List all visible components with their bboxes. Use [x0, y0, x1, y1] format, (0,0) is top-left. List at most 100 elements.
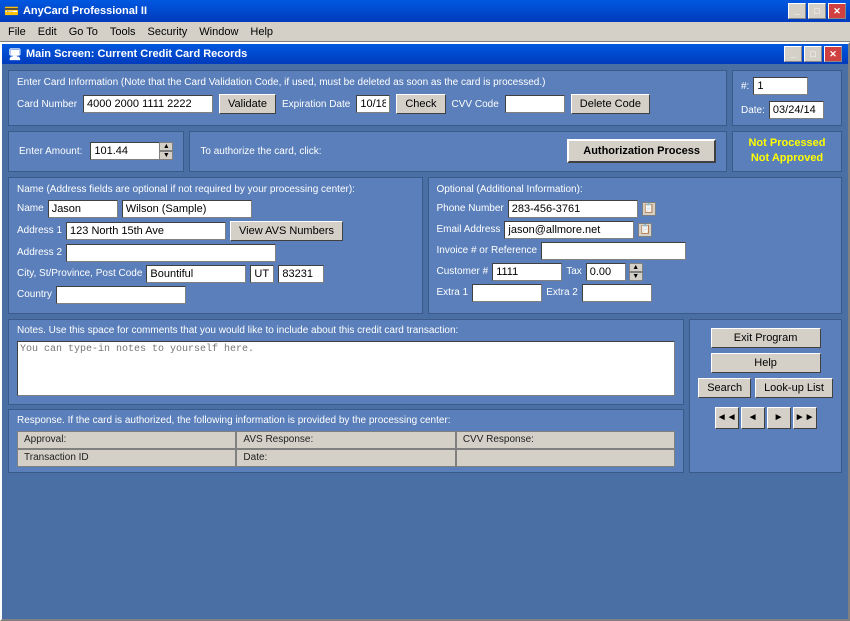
delete-code-button[interactable]: Delete Code: [571, 94, 650, 114]
zip-input[interactable]: [278, 265, 324, 283]
menu-tools[interactable]: Tools: [104, 24, 142, 40]
address-panel: Name (Address fields are optional if not…: [8, 177, 423, 314]
exit-button[interactable]: Exit Program: [711, 328, 821, 348]
transaction-cell: Transaction ID: [17, 449, 236, 467]
city-input[interactable]: [146, 265, 246, 283]
main-window-title: Main Screen: Current Credit Card Records: [26, 48, 247, 60]
search-button[interactable]: Search: [698, 378, 751, 398]
main-window-icon: 🖥: [8, 48, 22, 61]
address2-input[interactable]: [66, 244, 276, 262]
main-window: 🖥 Main Screen: Current Credit Card Recor…: [0, 42, 850, 621]
spin-down[interactable]: ▼: [159, 151, 173, 160]
address1-row: Address 1 View AVS Numbers: [17, 221, 414, 241]
last-name-input[interactable]: [122, 200, 252, 218]
country-row: Country: [17, 286, 414, 304]
authorization-button[interactable]: Authorization Process: [567, 139, 716, 163]
address-panel-label: Name (Address fields are optional if not…: [17, 184, 414, 195]
address2-row: Address 2: [17, 244, 414, 262]
address-section: Name (Address fields are optional if not…: [8, 177, 842, 314]
phone-input[interactable]: [508, 200, 638, 218]
amount-input-wrap: ▲ ▼: [90, 142, 173, 160]
num-label: #:: [741, 81, 749, 92]
email-copy-icon[interactable]: 📋: [638, 223, 652, 237]
address1-input[interactable]: [66, 222, 226, 240]
menu-edit[interactable]: Edit: [32, 24, 63, 40]
tax-label: Tax: [566, 266, 582, 277]
customer-row: Customer # Tax ▲ ▼: [437, 263, 834, 281]
help-button[interactable]: Help: [711, 353, 821, 373]
notes-textarea[interactable]: [17, 341, 675, 396]
spin-up[interactable]: ▲: [159, 142, 173, 151]
tax-input[interactable]: [586, 263, 626, 281]
optional-label: Optional (Additional Information):: [437, 184, 834, 195]
cvv-input[interactable]: [505, 95, 565, 113]
menu-goto[interactable]: Go To: [63, 24, 104, 40]
expiration-label: Expiration Date: [282, 99, 350, 110]
nav-prev-button[interactable]: ◄: [741, 407, 765, 429]
menu-security[interactable]: Security: [142, 24, 194, 40]
approval-cell: Approval:: [17, 431, 236, 449]
maximize-button[interactable]: □: [808, 3, 826, 19]
avs-label: AVS Response:: [243, 434, 313, 445]
country-input[interactable]: [56, 286, 186, 304]
notes-left: Notes. Use this space for comments that …: [8, 319, 684, 473]
response-date-label: Date:: [243, 452, 267, 463]
extra2-label: Extra 2: [546, 287, 578, 298]
minimize-button[interactable]: _: [788, 3, 806, 19]
cvv-response-cell: CVV Response:: [456, 431, 675, 449]
amount-label: Enter Amount:: [19, 146, 82, 157]
main-maximize-button[interactable]: □: [804, 46, 822, 62]
extra1-input[interactable]: [472, 284, 542, 302]
card-number-input[interactable]: [83, 95, 213, 113]
main-titlebar: 🖥 Main Screen: Current Credit Card Recor…: [2, 44, 848, 64]
email-input[interactable]: [504, 221, 634, 239]
view-avs-button[interactable]: View AVS Numbers: [230, 221, 343, 241]
auth-label: To authorize the card, click:: [200, 146, 321, 157]
main-close-button[interactable]: ✕: [824, 46, 842, 62]
check-button[interactable]: Check: [396, 94, 445, 114]
menu-help[interactable]: Help: [244, 24, 279, 40]
date-label: Date:: [741, 105, 765, 116]
tax-spin-down[interactable]: ▼: [629, 272, 643, 281]
lookup-button[interactable]: Look-up List: [755, 378, 833, 398]
nav-last-button[interactable]: ►►: [793, 407, 817, 429]
customer-input[interactable]: [492, 263, 562, 281]
avs-cell: AVS Response:: [236, 431, 455, 449]
status-line2: Not Approved: [748, 151, 825, 166]
main-minimize-button[interactable]: _: [784, 46, 802, 62]
tax-spin-up[interactable]: ▲: [629, 263, 643, 272]
status-text: Not Processed Not Approved: [748, 136, 825, 167]
auth-panel: To authorize the card, click: Authorizat…: [189, 131, 727, 172]
response-label: Response. If the card is authorized, the…: [17, 415, 675, 426]
extra2-input[interactable]: [582, 284, 652, 302]
first-name-input[interactable]: [48, 200, 118, 218]
middle-section: Enter Amount: ▲ ▼ To authorize the card,…: [8, 131, 842, 172]
nav-first-button[interactable]: ◄◄: [715, 407, 739, 429]
buttons-right: Exit Program Help Search Look-up List ◄◄…: [689, 319, 842, 473]
menu-window[interactable]: Window: [193, 24, 244, 40]
nav-next-button[interactable]: ►: [767, 407, 791, 429]
amount-input[interactable]: [90, 142, 160, 160]
menu-file[interactable]: File: [2, 24, 32, 40]
num-input[interactable]: [753, 77, 808, 95]
expiration-input[interactable]: [356, 95, 390, 113]
response-panel: Response. If the card is authorized, the…: [8, 409, 684, 473]
amount-spinner[interactable]: ▲ ▼: [159, 142, 173, 160]
tax-spinner[interactable]: ▲ ▼: [629, 263, 643, 281]
address1-label: Address 1: [17, 225, 62, 236]
approval-label: Approval:: [24, 434, 66, 445]
num-date-box: #: Date:: [732, 70, 842, 126]
card-info-row: Card Number Validate Expiration Date Che…: [17, 94, 718, 114]
invoice-input[interactable]: [541, 242, 686, 260]
phone-copy-icon[interactable]: 📋: [642, 202, 656, 216]
phone-row: Phone Number 📋: [437, 200, 834, 218]
date-input[interactable]: [769, 101, 824, 119]
validate-button[interactable]: Validate: [219, 94, 276, 114]
extra-row: Extra 1 Extra 2: [437, 284, 834, 302]
name-row: Name: [17, 200, 414, 218]
state-input[interactable]: [250, 265, 274, 283]
close-app-button[interactable]: ✕: [828, 3, 846, 19]
amount-panel: Enter Amount: ▲ ▼: [8, 131, 184, 172]
main-content: Enter Card Information (Note that the Ca…: [2, 64, 848, 619]
cvv-response-label: CVV Response:: [463, 434, 534, 445]
